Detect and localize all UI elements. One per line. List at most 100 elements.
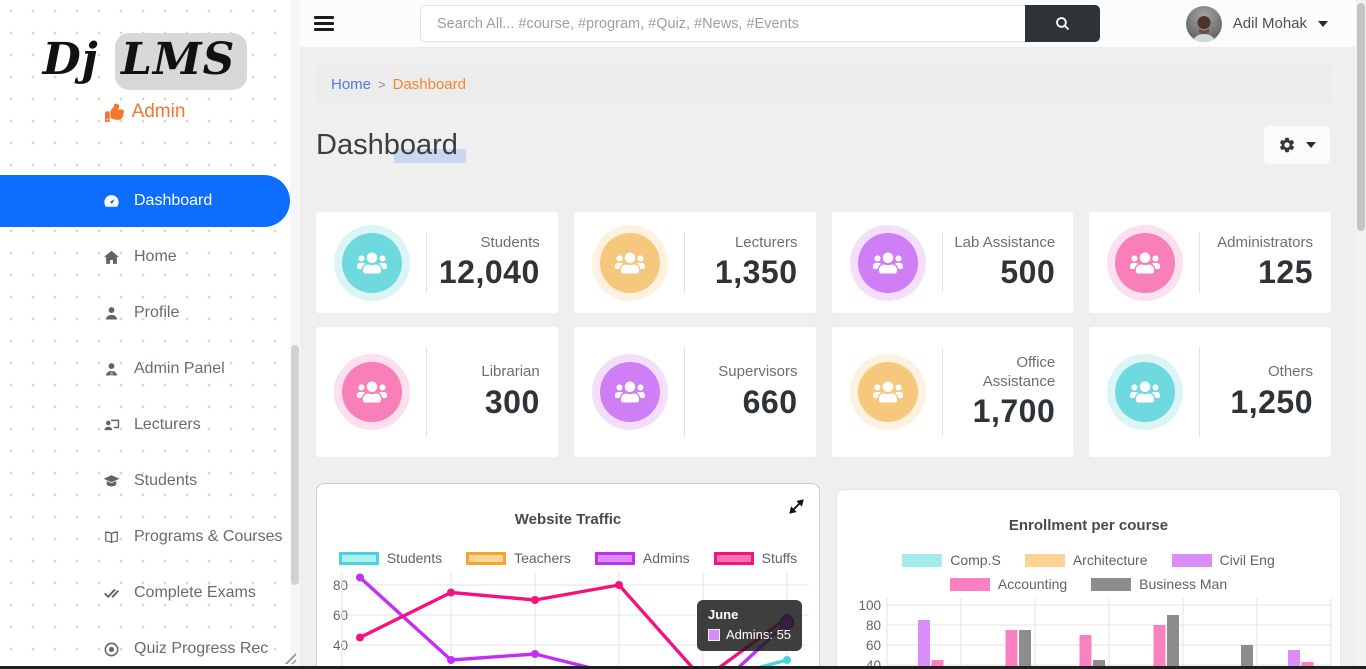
logo-highlight: LMS	[115, 33, 247, 90]
legend-swatch	[1091, 578, 1131, 591]
chart-tooltip: June Admins: 55	[697, 600, 802, 651]
stat-value: 125	[1200, 254, 1313, 291]
legend-swatch	[339, 552, 379, 565]
person-icon	[102, 304, 121, 323]
users-icon	[873, 377, 903, 407]
search-input[interactable]	[420, 5, 1025, 42]
breadcrumb-current: Dashboard	[393, 76, 466, 93]
student-icon	[102, 472, 121, 491]
sidebar-scrollbar-thumb[interactable]	[291, 345, 299, 585]
dashboard-icon	[102, 192, 121, 211]
sidebar-item-complete-exams[interactable]: Complete Exams	[0, 567, 290, 619]
svg-text:100: 100	[858, 598, 881, 613]
website-traffic-card: 20406080 Website Traffic Students Teache…	[316, 483, 820, 669]
page-scrollbar-thumb[interactable]	[1357, 3, 1365, 231]
sidebar: Dj LMS Admin Dashboard Home Profile Admi…	[0, 0, 290, 669]
book-icon	[102, 528, 121, 547]
legend-swatch	[950, 578, 990, 591]
sidebar-menu: Dashboard Home Profile Admin Panel Lectu…	[0, 175, 290, 669]
sidebar-item-label: Lecturers	[134, 416, 201, 434]
sidebar-item-quiz-progress[interactable]: Quiz Progress Rec	[0, 623, 290, 669]
logo-prefix: Dj	[43, 34, 99, 85]
users-icon	[615, 248, 645, 278]
stat-card-supervisors: Supervisors 660	[574, 327, 816, 457]
stat-card-lab-assistance: Lab Assistance 500	[832, 212, 1074, 313]
sidebar-item-admin-panel[interactable]: Admin Panel	[0, 343, 290, 395]
expand-icon[interactable]	[788, 498, 805, 518]
stat-label: Supervisors	[685, 363, 798, 382]
search-form	[420, 5, 1100, 42]
users-icon	[1130, 248, 1160, 278]
legend-item[interactable]: Students	[339, 550, 442, 566]
avatar	[1186, 6, 1222, 42]
stat-label: Administrators	[1200, 234, 1313, 253]
legend-swatch	[466, 552, 506, 565]
sidebar-item-dashboard[interactable]: Dashboard	[0, 175, 290, 227]
tooltip-swatch	[708, 629, 720, 641]
legend-swatch	[1025, 554, 1065, 567]
legend-swatch	[902, 554, 942, 567]
user-menu[interactable]: Adil Mohak	[1186, 6, 1328, 42]
stat-card-administrators: Administrators 125	[1089, 212, 1331, 313]
chevron-down-icon	[1318, 21, 1328, 27]
sidebar-item-label: Students	[134, 472, 197, 490]
bar-chart-legend: Comp.S Architecture Civil Eng Accounting…	[837, 552, 1340, 592]
svg-text:80: 80	[333, 578, 348, 593]
chevron-down-icon	[1306, 142, 1316, 148]
users-icon	[357, 377, 387, 407]
svg-text:40: 40	[333, 638, 348, 653]
chart-title: Website Traffic	[317, 511, 819, 528]
sidebar-item-students[interactable]: Students	[0, 455, 290, 507]
breadcrumb-separator: >	[378, 77, 386, 92]
legend-swatch	[1172, 554, 1212, 567]
legend-item[interactable]: Comp.S	[902, 552, 1001, 568]
legend-item[interactable]: Civil Eng	[1172, 552, 1275, 568]
double-check-icon	[102, 584, 121, 603]
sidebar-item-lecturers[interactable]: Lecturers	[0, 399, 290, 451]
stat-label: Lab Assistance	[943, 234, 1056, 253]
settings-button[interactable]	[1263, 125, 1331, 165]
role-label: Admin	[132, 101, 186, 123]
stat-card-others: Others 1,250	[1089, 327, 1331, 457]
sidebar-item-label: Home	[134, 248, 177, 266]
stat-value: 12,040	[427, 254, 540, 291]
sidebar-item-label: Quiz Progress Rec	[134, 640, 268, 658]
main-content: Home > Dashboard Dashboard Students 12,0…	[300, 48, 1356, 669]
svg-text:60: 60	[333, 608, 348, 623]
search-button[interactable]	[1025, 5, 1100, 42]
svg-text:80: 80	[866, 618, 881, 633]
sidebar-item-label: Programs & Courses	[134, 528, 283, 546]
stat-card-librarian: Librarian 300	[316, 327, 558, 457]
sidebar-item-programs-courses[interactable]: Programs & Courses	[0, 511, 290, 563]
page-scrollbar[interactable]	[1356, 0, 1366, 669]
sidebar-scrollbar[interactable]	[290, 0, 300, 669]
legend-item[interactable]: Architecture	[1025, 552, 1148, 568]
target-icon	[102, 640, 121, 659]
users-icon	[357, 248, 387, 278]
hamburger-menu-icon[interactable]	[314, 16, 334, 31]
legend-item[interactable]: Accounting	[950, 576, 1067, 592]
chart-title: Enrollment per course	[837, 517, 1340, 534]
users-icon	[873, 248, 903, 278]
stat-label: Students	[427, 234, 540, 253]
stat-value: 500	[943, 254, 1056, 291]
stat-label: Others	[1200, 363, 1313, 382]
legend-item[interactable]: Teachers	[466, 550, 571, 566]
legend-swatch	[714, 552, 754, 565]
stats-grid: Students 12,040 Lecturers 1,350 Lab Assi…	[316, 212, 1331, 457]
sidebar-item-label: Profile	[134, 304, 179, 322]
stat-value: 300	[427, 384, 540, 421]
breadcrumb: Home > Dashboard	[316, 65, 1331, 103]
breadcrumb-home-link[interactable]: Home	[331, 76, 371, 93]
svg-text:60: 60	[866, 638, 881, 653]
sidebar-item-home[interactable]: Home	[0, 231, 290, 283]
tooltip-value: Admins: 55	[726, 627, 791, 642]
tooltip-title: June	[708, 607, 791, 622]
legend-item[interactable]: Stuffs	[714, 550, 798, 566]
sidebar-item-label: Dashboard	[134, 192, 212, 210]
stat-card-students: Students 12,040	[316, 212, 558, 313]
legend-item[interactable]: Business Man	[1091, 576, 1227, 592]
gear-icon	[1278, 136, 1296, 154]
legend-item[interactable]: Admins	[595, 550, 690, 566]
sidebar-item-profile[interactable]: Profile	[0, 287, 290, 339]
